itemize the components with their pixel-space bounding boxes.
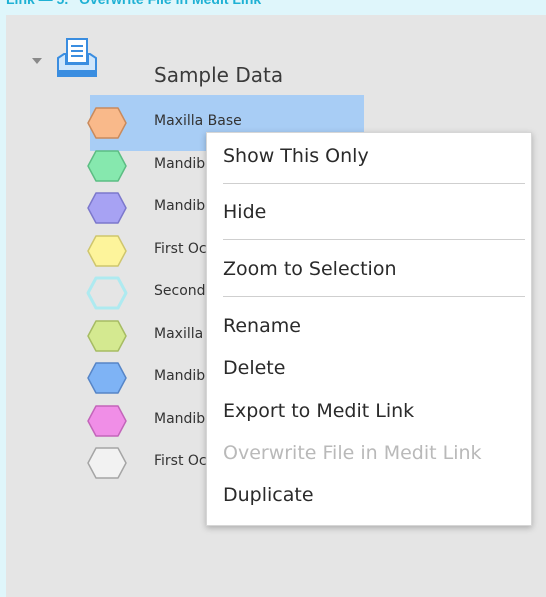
menu-item-export-to-medit-link[interactable]: Export to Medit Link bbox=[223, 400, 414, 422]
menu-item-duplicate[interactable]: Duplicate bbox=[223, 484, 314, 506]
hexagon-color-icon bbox=[86, 276, 128, 310]
hexagon-color-icon bbox=[87, 447, 127, 479]
menu-item-rename[interactable]: Rename bbox=[223, 315, 301, 337]
hexagon-color-icon bbox=[87, 234, 127, 267]
menu-separator bbox=[223, 296, 525, 297]
hexagon-color-icon bbox=[87, 149, 127, 182]
menu-separator bbox=[223, 183, 525, 184]
hexagon-color-icon bbox=[87, 192, 127, 224]
tree-root[interactable]: Sample Data bbox=[6, 15, 546, 87]
page-caption: Link — 5. “Overwrite File in Medit Link” bbox=[6, 0, 546, 9]
tree-item[interactable]: Maxilla Base bbox=[6, 95, 546, 151]
hexagon-color-icon bbox=[87, 362, 127, 394]
menu-item-overwrite-file: Overwrite File in Medit Link bbox=[223, 442, 482, 464]
menu-item-hide[interactable]: Hide bbox=[223, 201, 266, 223]
tree-item-label: Maxilla Base bbox=[154, 113, 242, 129]
data-tray-icon bbox=[57, 38, 97, 77]
menu-separator bbox=[223, 239, 525, 240]
expand-arrow-icon[interactable] bbox=[32, 57, 42, 65]
hexagon-color-icon bbox=[87, 107, 127, 139]
hexagon-color-icon bbox=[87, 319, 127, 352]
tree-root-label: Sample Data bbox=[154, 63, 284, 87]
menu-item-delete[interactable]: Delete bbox=[223, 357, 285, 379]
context-menu: Show This Only Hide Zoom to Selection Re… bbox=[206, 132, 532, 526]
hexagon-color-icon bbox=[87, 404, 127, 437]
menu-item-zoom-to-selection[interactable]: Zoom to Selection bbox=[223, 258, 397, 280]
menu-item-show-this-only[interactable]: Show This Only bbox=[223, 145, 369, 167]
